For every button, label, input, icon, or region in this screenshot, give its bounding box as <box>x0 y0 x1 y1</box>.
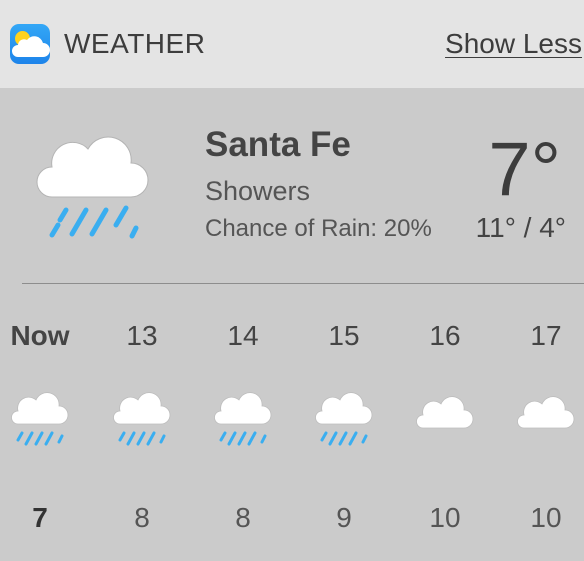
rain-cloud-icon <box>36 122 154 249</box>
divider <box>22 283 584 284</box>
forecast-label: 17 <box>530 320 562 351</box>
forecast-label: 16 <box>429 320 461 351</box>
forecast-value: 10 <box>530 502 562 533</box>
rain-chance-text: Chance of Rain: 20% <box>205 215 432 242</box>
forecast-item-15: 15 9 <box>304 310 384 550</box>
forecast-item-16: 16 10 <box>405 310 485 550</box>
forecast-value: 10 <box>429 502 461 533</box>
forecast-value: 8 <box>134 502 150 533</box>
forecast-label: 13 <box>126 320 158 351</box>
forecast-label: 14 <box>227 320 259 351</box>
rain-cloud-icon <box>314 392 374 461</box>
app-name: WEATHER <box>64 28 206 59</box>
forecast-label: Now <box>10 320 70 351</box>
rain-cloud-icon <box>10 392 70 461</box>
forecast-item-now: Now 7 <box>0 310 80 550</box>
forecast-item-13: 13 8 <box>102 310 182 550</box>
forecast-value: 8 <box>235 502 251 533</box>
forecast-value: 7 <box>32 502 48 533</box>
forecast-label: 15 <box>328 320 360 351</box>
forecast-value: 9 <box>336 502 352 533</box>
forecast-item-17: 17 10 <box>506 310 584 550</box>
current-temperature: 7° <box>488 127 561 212</box>
city-name: Santa Fe <box>205 125 351 164</box>
show-less-button[interactable]: Show Less <box>445 28 582 60</box>
cloud-icon <box>516 392 576 461</box>
condition-text: Showers <box>205 176 311 206</box>
widget-header: WEATHER Show Less <box>0 0 584 88</box>
temperature-range: 11° / 4° <box>475 212 566 243</box>
rain-cloud-icon <box>112 392 172 461</box>
hourly-forecast: Now 7 13 8 14 8 15 9 16 10 17 10 <box>0 310 584 550</box>
cloud-icon <box>12 36 50 57</box>
cloud-icon <box>415 392 475 461</box>
weather-app-icon <box>10 24 50 64</box>
forecast-item-14: 14 8 <box>203 310 283 550</box>
rain-cloud-icon <box>213 392 273 461</box>
